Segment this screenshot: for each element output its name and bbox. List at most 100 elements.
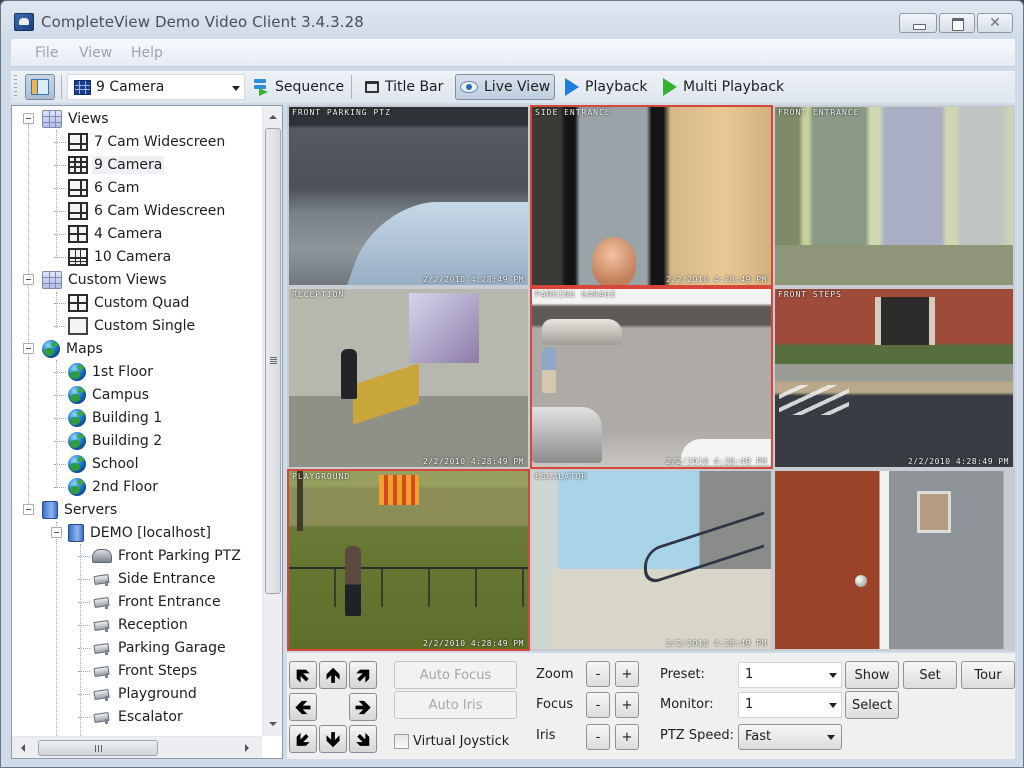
camera-tile[interactable]: PARKING GARAGE 2/2/2010 4:28:49 PM <box>530 287 773 469</box>
tree-item-camera[interactable]: Front Parking PTZ <box>92 545 243 567</box>
tree-item-camera[interactable]: Front Steps <box>92 660 199 682</box>
live-view-button[interactable]: Live View <box>455 74 556 100</box>
chevron-down-icon <box>829 703 837 708</box>
monitor-select-button[interactable]: Select <box>845 691 899 719</box>
tree-line <box>54 395 66 396</box>
window-title: CompleteView Demo Video Client 3.4.3.28 <box>41 13 364 31</box>
tree-server-demo[interactable]: DEMO [localhost] <box>68 522 213 544</box>
view-layout-select[interactable]: 9 Camera <box>67 74 245 100</box>
camera-name-overlay: PLAYGROUND <box>292 472 351 481</box>
tree-item-view[interactable]: 9 Camera <box>68 154 165 176</box>
sequence-button[interactable]: Sequence <box>249 74 348 100</box>
tree-line <box>80 544 81 736</box>
tree-item-camera[interactable]: Side Entrance <box>92 568 217 590</box>
tree-item-camera[interactable]: Playground <box>92 683 199 705</box>
pan-down-right-button[interactable]: 🡾 <box>349 725 377 753</box>
scroll-up-icon[interactable] <box>269 115 277 119</box>
tree-item-custom-view[interactable]: Custom Quad <box>68 292 191 314</box>
tree-item-view[interactable]: 10 Camera <box>68 246 173 268</box>
auto-focus-button[interactable]: Auto Focus <box>394 661 517 689</box>
playback-button[interactable]: Playback <box>561 74 651 100</box>
virtual-joystick-checkbox[interactable] <box>394 734 409 749</box>
tree-item-view[interactable]: 6 Cam <box>68 177 141 199</box>
camera-tile[interactable]: FRONT ENTRANCE <box>773 105 1015 287</box>
menu-help[interactable]: Help <box>131 45 163 61</box>
collapse-servers-toggle[interactable] <box>23 504 34 515</box>
toolbar-grip[interactable] <box>14 75 17 99</box>
preset-show-button[interactable]: Show <box>845 661 899 689</box>
chevron-down-icon <box>232 86 240 91</box>
iris-close-button[interactable]: - <box>586 724 610 750</box>
camera-tile[interactable]: PLAYGROUND 2/2/2010 4:28:49 PM <box>287 469 530 651</box>
tree-vertical-scrollbar[interactable] <box>262 106 282 736</box>
tree-item-view[interactable]: 7 Cam Widescreen <box>68 131 227 153</box>
focus-far-button[interactable]: + <box>615 692 639 718</box>
multi-playback-button[interactable]: Multi Playback <box>659 74 788 100</box>
tree-horizontal-scrollbar[interactable] <box>12 736 262 758</box>
collapse-views-toggle[interactable] <box>23 113 34 124</box>
tree-item-view[interactable]: 4 Camera <box>68 223 164 245</box>
views-folder-icon <box>42 110 62 128</box>
tree-item-view[interactable]: 6 Cam Widescreen <box>68 200 227 222</box>
preset-select[interactable]: 1 <box>738 662 842 688</box>
tree-item-camera[interactable]: Front Entrance <box>92 591 223 613</box>
tree-item-map[interactable]: Building 1 <box>68 407 164 429</box>
tree-item-camera[interactable]: Parking Garage <box>92 637 228 659</box>
maximize-button[interactable] <box>939 13 975 33</box>
ptz-speed-select[interactable]: Fast <box>738 724 842 750</box>
collapse-server-toggle[interactable] <box>51 527 62 538</box>
monitor-select[interactable]: 1 <box>738 692 842 718</box>
tree-item-map[interactable]: School <box>68 453 140 475</box>
title-bar-button[interactable]: Title Bar <box>361 74 447 100</box>
zoom-in-button[interactable]: + <box>615 661 639 687</box>
horizontal-scroll-thumb[interactable] <box>38 740 158 756</box>
pan-down-left-button[interactable]: 🡿 <box>289 725 317 753</box>
tree-line <box>54 142 66 143</box>
minimize-button[interactable] <box>899 13 937 33</box>
pan-down-button[interactable]: 🡻 <box>319 725 347 753</box>
pan-up-button[interactable]: 🡹 <box>319 661 347 689</box>
close-button[interactable]: ✕ <box>977 13 1013 33</box>
menu-file[interactable]: File <box>35 45 58 61</box>
tree-line <box>78 579 90 580</box>
zoom-out-button[interactable]: - <box>586 661 610 687</box>
tree-item-camera[interactable]: Escalator <box>92 706 185 728</box>
tree-group-custom-views[interactable]: Custom Views <box>42 269 169 291</box>
tree-item-custom-view[interactable]: Custom Single <box>68 315 197 337</box>
focus-near-button[interactable]: - <box>586 692 610 718</box>
camera-tile[interactable]: FRONT PARKING PTZ 2/2/2010 4:28:49 PM <box>287 105 530 287</box>
scroll-left-icon[interactable] <box>21 744 25 752</box>
tree-item-map[interactable]: Building 2 <box>68 430 164 452</box>
camera-tile[interactable]: ESCALATOR 2/2/2010 4:28:49 PM <box>530 469 773 651</box>
pan-left-button[interactable]: 🡸 <box>289 693 317 721</box>
tree-item-map[interactable]: 1st Floor <box>68 361 155 383</box>
tree-item-map[interactable]: Campus <box>68 384 151 406</box>
auto-iris-button[interactable]: Auto Iris <box>394 691 517 719</box>
ptz-control-panel: 🡼 🡹 🡽 🡸 🡺 🡿 🡻 🡾 Auto Focus Auto Iris Vir… <box>287 653 1015 759</box>
camera-tile[interactable] <box>773 469 1015 651</box>
tree-group-servers[interactable]: Servers <box>42 499 119 521</box>
camera-timestamp: 2/2/2010 4:28:49 PM <box>665 457 767 466</box>
scroll-down-icon[interactable] <box>269 722 277 726</box>
camera-tile[interactable]: FRONT STEPS 2/2/2010 4:28:49 PM <box>773 287 1015 469</box>
pan-up-right-button[interactable]: 🡽 <box>349 661 377 689</box>
scroll-right-icon[interactable] <box>245 744 249 752</box>
iris-open-button[interactable]: + <box>615 724 639 750</box>
pan-up-left-button[interactable]: 🡼 <box>289 661 317 689</box>
collapse-maps-toggle[interactable] <box>23 343 34 354</box>
pan-right-button[interactable]: 🡺 <box>349 693 377 721</box>
vertical-scroll-thumb[interactable] <box>265 128 281 594</box>
toggle-panel-button[interactable] <box>25 74 55 100</box>
tree-item-camera[interactable]: Reception <box>92 614 190 636</box>
tree-line <box>54 326 66 327</box>
layout-4-icon <box>68 294 88 312</box>
collapse-custom-views-toggle[interactable] <box>23 274 34 285</box>
tree-group-views[interactable]: Views <box>42 108 111 130</box>
camera-tile[interactable]: RECEPTION 2/2/2010 4:28:49 PM <box>287 287 530 469</box>
preset-set-button[interactable]: Set <box>903 661 957 689</box>
preset-tour-button[interactable]: Tour <box>961 661 1015 689</box>
menu-view[interactable]: View <box>79 45 112 61</box>
camera-tile[interactable]: SIDE ENTRANCE 2/2/2010 4:28:49 PM <box>530 105 773 287</box>
tree-item-map[interactable]: 2nd Floor <box>68 476 160 498</box>
tree-group-maps[interactable]: Maps <box>42 338 105 360</box>
